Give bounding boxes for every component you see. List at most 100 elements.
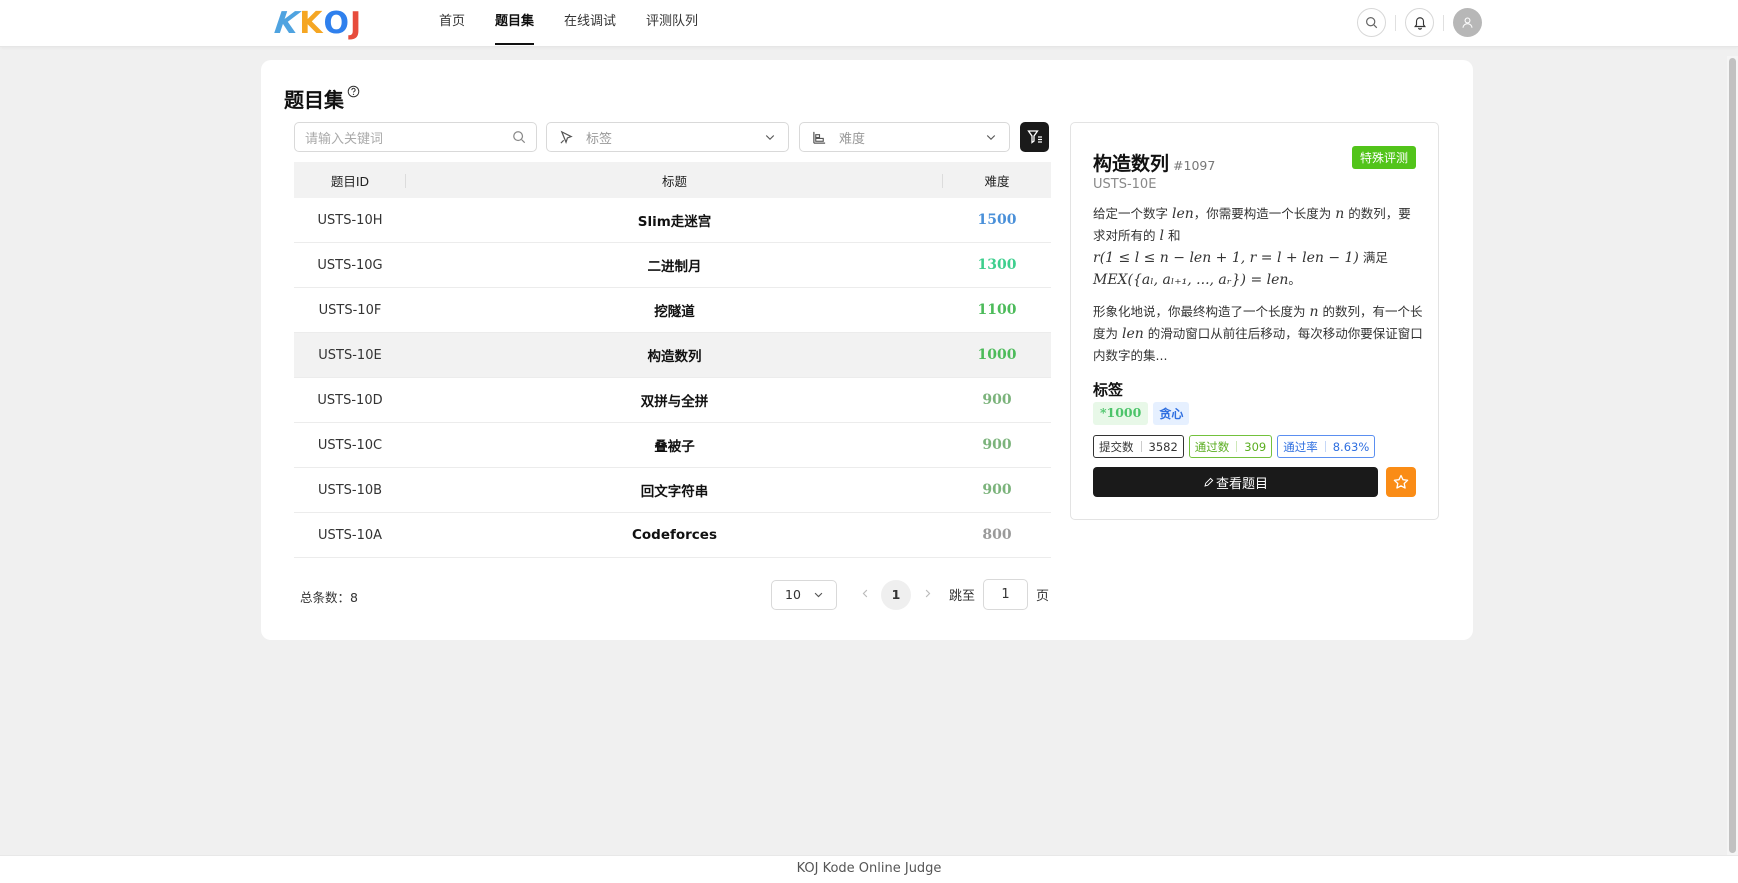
detail-title-text: 构造数列: [1093, 153, 1170, 175]
view-problem-label: 查看题目: [1215, 476, 1268, 492]
cell-problem-id: USTS-10E: [318, 347, 382, 363]
nav-online-debug[interactable]: 在线调试: [564, 0, 616, 47]
table-row[interactable]: USTS-10D 双拼与全拼 900: [294, 378, 1051, 423]
desc-math: n: [1335, 206, 1345, 222]
cell-difficulty: 900: [982, 482, 1012, 498]
next-page-button[interactable]: [917, 587, 937, 603]
cell-problem-title: Codeforces: [631, 527, 717, 543]
footer: KOJ Kode Online Judge: [0, 855, 1738, 883]
cell-difficulty: 1000: [977, 347, 1017, 363]
stats-row: 提交数 3582 通过数 309 通过率 8.63%: [1093, 435, 1376, 458]
stat-label: 通过率: [1283, 439, 1318, 454]
detail-code: USTS-10E: [1093, 177, 1157, 192]
cell-problem-title: Slim走迷宫: [637, 214, 712, 230]
chevron-down-icon: [986, 135, 996, 141]
stat-value: 3582: [1148, 439, 1178, 454]
table-row[interactable]: USTS-10H Slim走迷宫 1500: [294, 198, 1051, 243]
cell-problem-title: 叠被子: [654, 439, 695, 455]
search-icon: [1366, 17, 1378, 29]
tag-greedy[interactable]: 贪心: [1153, 402, 1190, 425]
stat-value: 309: [1244, 439, 1267, 454]
nav-judge-queue[interactable]: 评测队列: [646, 0, 698, 47]
avatar[interactable]: [1453, 8, 1482, 37]
cell-difficulty: 1100: [977, 302, 1017, 318]
table-header: 题目ID 标题 难度: [294, 162, 1051, 198]
page-size-select[interactable]: 10: [771, 579, 837, 610]
cell-problem-id: USTS-10H: [317, 212, 383, 228]
detail-description: 给定一个数字 len，你需要构造一个长度为 n 的数列，要求对所有的 l 和 r(…: [1093, 203, 1423, 291]
koj-logo[interactable]: KKOJ: [273, 4, 362, 42]
cell-problem-title: 回文字符串: [640, 484, 709, 500]
divider: [1443, 14, 1444, 31]
detail-problem-number: #1097: [1173, 158, 1216, 173]
cell-difficulty: 900: [982, 392, 1012, 408]
pagination: 10 1 跳至 1 页: [771, 579, 1049, 610]
difficulty-select[interactable]: 难度: [799, 122, 1010, 152]
cell-problem-id: USTS-10D: [317, 392, 383, 408]
search-input[interactable]: 请输入关键词: [294, 122, 537, 152]
desc-math: len: [1121, 326, 1144, 342]
cell-difficulty: 800: [982, 527, 1012, 543]
stat-value: 8.63%: [1332, 439, 1370, 454]
notification-button[interactable]: [1405, 8, 1434, 37]
cell-problem-id: USTS-10F: [318, 302, 382, 318]
col-header-id[interactable]: 题目ID: [294, 171, 406, 190]
scrollbar-thumb[interactable]: [1729, 58, 1736, 853]
divider: [1395, 14, 1396, 31]
stat-label: 提交数: [1099, 439, 1134, 454]
table-row[interactable]: USTS-10A Codeforces 800: [294, 513, 1051, 558]
top-navbar: KKOJ 首页 题目集 在线调试 评测队列: [0, 0, 1738, 47]
bell-icon: [1413, 16, 1426, 30]
search-button[interactable]: [1357, 8, 1386, 37]
jump-page-input[interactable]: 1: [983, 579, 1029, 610]
tag-list: *1000 贪心: [1093, 402, 1190, 425]
nav-home[interactable]: 首页: [439, 0, 465, 47]
table-row[interactable]: USTS-10F 挖隧道 1100: [294, 288, 1051, 333]
desc-text: ，你需要构造一个长度为: [1193, 206, 1336, 221]
cell-problem-title: 挖隧道: [654, 304, 695, 320]
tags-heading: 标签: [1093, 381, 1124, 399]
table-row[interactable]: USTS-10G 二进制月 1300: [294, 243, 1051, 288]
tag-select[interactable]: 标签: [546, 122, 789, 152]
prev-page-button[interactable]: [855, 587, 875, 603]
tag-difficulty[interactable]: *1000: [1093, 402, 1149, 425]
search-placeholder: 请输入关键词: [305, 131, 384, 147]
table-row[interactable]: USTS-10E 构造数列 1000: [294, 333, 1051, 378]
cell-problem-id: USTS-10B: [317, 482, 383, 498]
cell-problem-title: 双拼与全拼: [640, 394, 709, 410]
desc-math: len: [1171, 206, 1194, 222]
pass-count-stat: 通过数 309: [1188, 435, 1273, 458]
table-row[interactable]: USTS-10B 回文字符串 900: [294, 468, 1051, 513]
nav-problemset[interactable]: 题目集: [495, 0, 535, 47]
cell-difficulty: 1300: [977, 257, 1017, 273]
table-body: USTS-10H Slim走迷宫 1500 USTS-10G 二进制月 1300 USTS-…: [294, 198, 1051, 558]
pass-rate-stat: 通过率 8.63%: [1277, 435, 1376, 458]
page-size-value: 10: [785, 587, 801, 602]
special-judge-badge: 特殊评测: [1351, 146, 1416, 169]
table-row[interactable]: USTS-10C 叠被子 900: [294, 423, 1051, 468]
help-icon[interactable]: [347, 85, 360, 98]
user-icon: [1462, 17, 1473, 28]
chevron-left-icon: [862, 589, 867, 597]
submit-count-stat: 提交数 3582: [1093, 435, 1184, 458]
difficulty-select-placeholder: 难度: [839, 131, 866, 147]
desc-text: 给定一个数字: [1093, 206, 1172, 221]
scrollbar[interactable]: [1727, 56, 1738, 855]
page-number-current[interactable]: 1: [881, 579, 911, 610]
star-icon: [1393, 474, 1409, 489]
cell-problem-title: 构造数列: [647, 349, 702, 365]
page-title-text: 题目集: [284, 88, 344, 112]
view-problem-button[interactable]: 查看题目: [1093, 467, 1378, 497]
chevron-down-icon: [814, 592, 823, 598]
col-header-difficulty[interactable]: 难度: [943, 171, 1051, 190]
desc-text: 形象化地说，你最终构造了一个长度为: [1093, 304, 1310, 319]
detail-title: 构造数列 #1097: [1093, 149, 1215, 176]
edit-icon: [1204, 477, 1214, 487]
col-header-title[interactable]: 标题: [406, 171, 943, 190]
desc-text: 。: [1288, 272, 1301, 287]
desc-text: 满足: [1358, 250, 1388, 265]
filter-button[interactable]: [1020, 122, 1049, 152]
favorite-button[interactable]: [1386, 467, 1416, 497]
chevron-right-icon: [925, 589, 930, 597]
problem-detail-panel: 构造数列 #1097 特殊评测 USTS-10E 给定一个数字 len，你需要构…: [1070, 122, 1439, 520]
